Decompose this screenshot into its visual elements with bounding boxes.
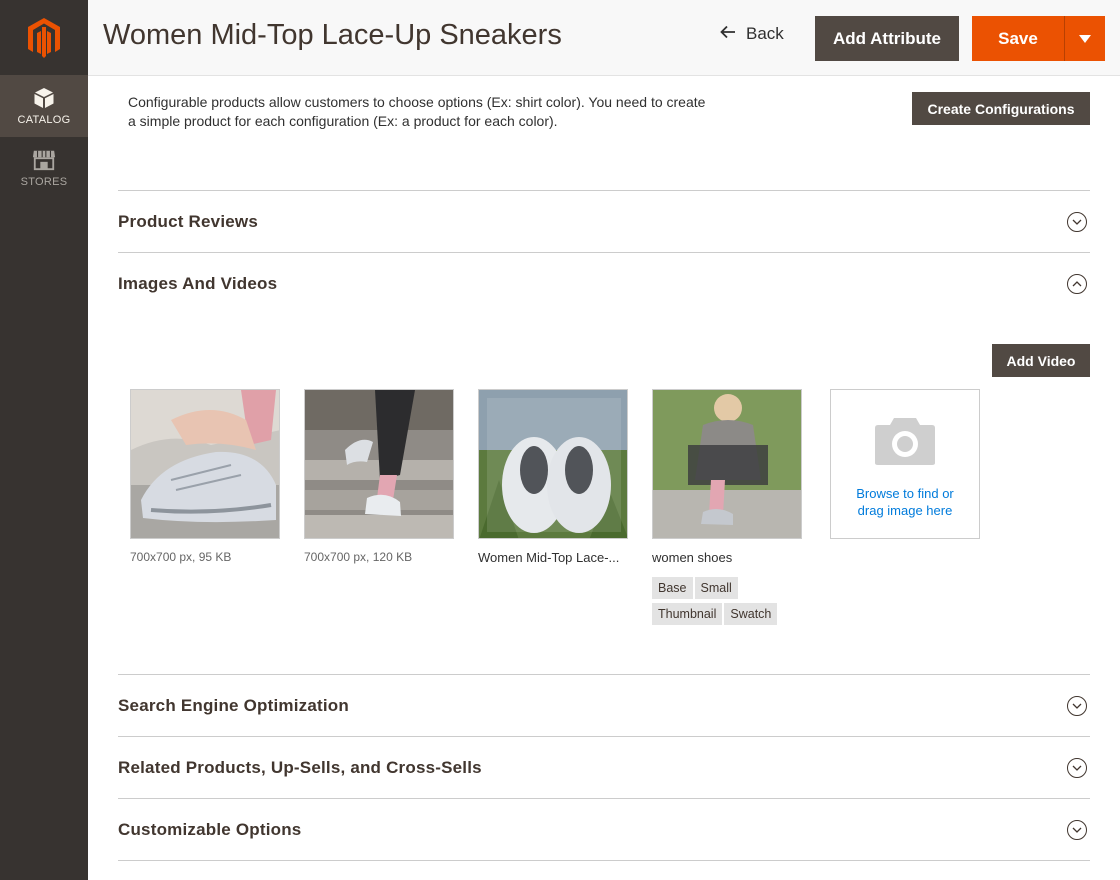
section-divider bbox=[118, 860, 1090, 861]
save-split-button: Save bbox=[972, 16, 1105, 61]
back-button[interactable]: Back bbox=[720, 24, 784, 44]
section-title: Related Products, Up-Sells, and Cross-Se… bbox=[118, 757, 482, 777]
section-related-products[interactable]: Related Products, Up-Sells, and Cross-Se… bbox=[118, 736, 1090, 798]
role-badge: Swatch bbox=[724, 603, 778, 625]
role-badge: Small bbox=[694, 577, 738, 599]
role-badge: Base bbox=[652, 577, 693, 599]
section-images-and-videos[interactable]: Images And Videos bbox=[118, 252, 1090, 314]
product-image[interactable] bbox=[478, 389, 628, 539]
camera-icon bbox=[874, 414, 936, 471]
role-badge: Thumbnail bbox=[652, 603, 723, 625]
sidebar-item-catalog[interactable]: CATALOG bbox=[0, 75, 88, 137]
sidebar-item-label: CATALOG bbox=[17, 114, 71, 126]
section-title: Customizable Options bbox=[118, 819, 302, 839]
section-product-reviews[interactable]: Product Reviews bbox=[118, 190, 1090, 252]
uploader-text: Browse to find or drag image here bbox=[856, 486, 954, 518]
chevron-down-icon[interactable] bbox=[1067, 211, 1087, 232]
product-image[interactable] bbox=[652, 389, 802, 539]
chevron-down-icon[interactable] bbox=[1067, 695, 1087, 716]
section-customizable-options[interactable]: Customizable Options bbox=[118, 798, 1090, 860]
section-title: Product Reviews bbox=[118, 211, 258, 231]
arrow-left-icon bbox=[720, 24, 736, 44]
image-caption: women shoes bbox=[652, 550, 733, 565]
chevron-up-icon[interactable] bbox=[1067, 273, 1087, 294]
caret-down-icon bbox=[1079, 30, 1091, 48]
create-configurations-button[interactable]: Create Configurations bbox=[912, 92, 1090, 125]
sidebar-item-label: STORES bbox=[20, 176, 68, 188]
storefront-icon bbox=[32, 148, 56, 172]
product-image[interactable] bbox=[304, 389, 454, 539]
magento-logo[interactable] bbox=[0, 0, 88, 75]
image-caption: Women Mid-Top Lace-... bbox=[478, 550, 620, 565]
save-button[interactable]: Save bbox=[972, 16, 1064, 61]
back-label: Back bbox=[746, 24, 784, 43]
section-title: Search Engine Optimization bbox=[118, 695, 349, 715]
chevron-down-icon[interactable] bbox=[1067, 757, 1087, 778]
product-image[interactable] bbox=[130, 389, 280, 539]
admin-sidebar: CATALOG STORES bbox=[0, 0, 88, 880]
box-icon bbox=[32, 86, 56, 110]
save-options-toggle[interactable] bbox=[1064, 16, 1105, 61]
configurations-description: Configurable products allow customers to… bbox=[128, 94, 706, 129]
image-caption: 700x700 px, 95 KB bbox=[130, 550, 232, 564]
chevron-down-icon[interactable] bbox=[1067, 819, 1087, 840]
add-attribute-button[interactable]: Add Attribute bbox=[815, 16, 959, 61]
page-header: Women Mid-Top Lace-Up Sneakers Back Add … bbox=[88, 0, 1120, 76]
image-uploader[interactable]: Browse to find or drag image here bbox=[830, 389, 980, 539]
section-title: Images And Videos bbox=[118, 273, 278, 293]
page-title: Women Mid-Top Lace-Up Sneakers bbox=[103, 19, 562, 51]
add-video-button[interactable]: Add Video bbox=[992, 344, 1090, 377]
image-caption: 700x700 px, 120 KB bbox=[304, 550, 413, 564]
sidebar-item-stores[interactable]: STORES bbox=[0, 137, 88, 199]
section-seo[interactable]: Search Engine Optimization bbox=[118, 674, 1090, 736]
image-roles: Base Small Thumbnail Swatch bbox=[652, 577, 792, 629]
